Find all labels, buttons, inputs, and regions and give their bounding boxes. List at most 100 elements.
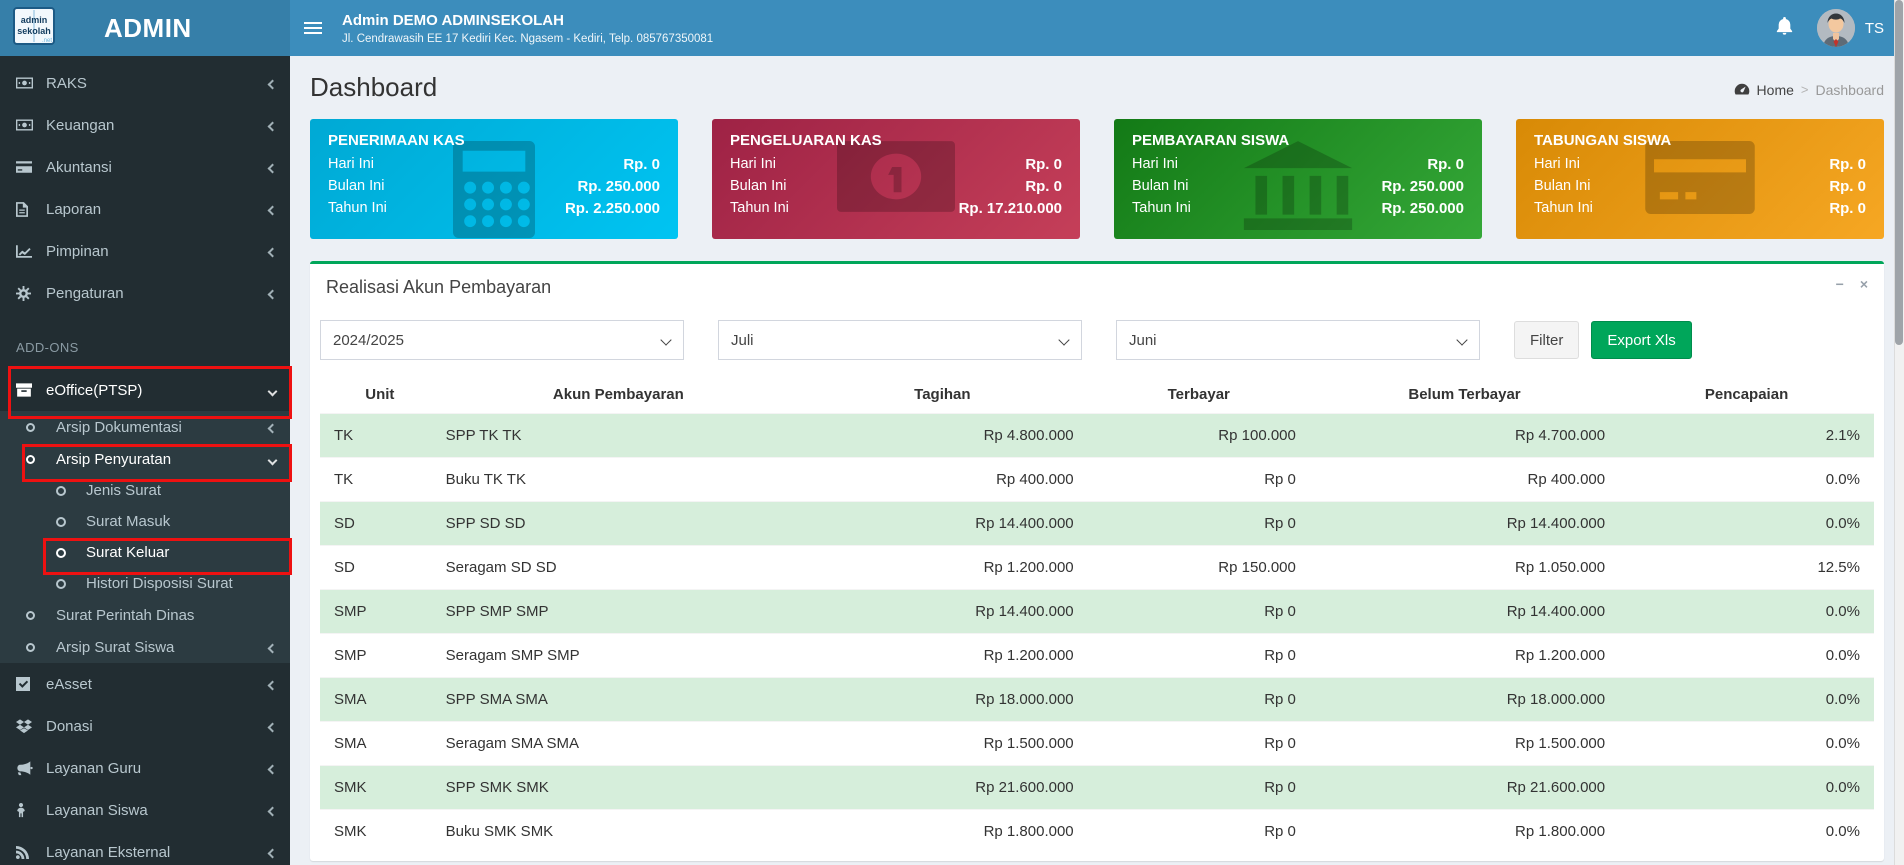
notifications-bell-icon[interactable] [1776,17,1793,40]
month-from-select[interactable]: Juli [719,321,1081,359]
close-icon[interactable]: × [1860,276,1868,292]
sidebar-item-raks[interactable]: RAKS [0,62,290,104]
column-header-pencapaian: Pencapaian [1619,376,1874,414]
sidebar-item-surat-keluar[interactable]: Surat Keluar [0,537,290,568]
year-select[interactable]: 2024/2025 [321,321,683,359]
table-cell: SPP SD SD [440,502,797,546]
table-cell: Buku TK TK [440,458,797,502]
sidebar-item-keuangan[interactable]: Keuangan [0,104,290,146]
sidebar-item-pengaturan[interactable]: Pengaturan [0,272,290,314]
sidebar-item-label: Layanan Guru [46,760,141,777]
column-header-akun-pembayaran: Akun Pembayaran [440,376,797,414]
sidebar-item-laporan[interactable]: Laporan [0,188,290,230]
sidebar-item-donasi[interactable]: Donasi [0,705,290,747]
month-to-select[interactable]: Juni [1117,321,1479,359]
sidebar-item-surat-masuk[interactable]: Surat Masuk [0,506,290,537]
table-cell: Rp 400.000 [797,458,1088,502]
table-cell: SD [320,546,440,590]
chevron-left-icon [269,676,276,693]
table-cell: Rp 14.400.000 [1310,502,1619,546]
stat-value: Rp. 17.210.000 [959,200,1062,217]
table-cell: 2.1% [1619,414,1874,458]
table-row: SMKBuku SMK SMKRp 1.800.000Rp 0Rp 1.800.… [320,810,1874,854]
sidebar-item-akuntansi[interactable]: Akuntansi [0,146,290,188]
sidebar-item-histori-disposisi-surat[interactable]: Histori Disposisi Surat [0,568,290,599]
sidebar-item-label: RAKS [46,75,87,92]
user-menu[interactable]: TS [1817,9,1884,47]
archive-icon [16,383,46,397]
school-address: Jl. Cendrawasih EE 17 Kediri Kec. Ngasem… [342,33,713,45]
sidebar-item-arsip-penyuratan[interactable]: Arsip Penyuratan [0,443,290,475]
file-icon [16,202,46,217]
sidebar-item-arsip-surat-siswa[interactable]: Arsip Surat Siswa [0,631,290,663]
main-content: Dashboard Home > Dashboard PENERIMAAN KA… [290,56,1904,865]
chevron-left-icon [269,75,276,92]
filter-button[interactable]: Filter [1514,321,1579,359]
sidebar-item-eoffice-ptsp[interactable]: eOffice(PTSP) [0,369,290,411]
chevron-left-icon [269,419,276,436]
chevron-left-icon [269,718,276,735]
stat-value: Rp. 250.000 [577,178,660,195]
stat-label: Bulan Ini [1534,178,1590,195]
filter-row: 2024/2025 Juli Juni Filter Export Xls [320,320,1874,360]
table-cell: Buku SMK SMK [440,810,797,854]
sidebar-logo[interactable]: admin sekolah .net ADMIN [0,0,290,56]
sidebar-item-pimpinan[interactable]: Pimpinan [0,230,290,272]
table-row: SMKSPP SMK SMKRp 21.600.000Rp 0Rp 21.600… [320,766,1874,810]
table-cell: Seragam SD SD [440,546,797,590]
stat-value: Rp. 250.000 [1381,200,1464,217]
table-cell: Rp 1.800.000 [797,810,1088,854]
table-cell: Rp 1.500.000 [1310,722,1619,766]
sidebar-item-label: Arsip Penyuratan [56,451,171,468]
sidebar-item-surat-perintah-dinas[interactable]: Surat Perintah Dinas [0,599,290,631]
collapse-icon[interactable]: − [1836,276,1844,292]
table-cell: 0.0% [1619,590,1874,634]
window-scrollbar[interactable] [1894,0,1904,865]
sidebar-item-label: Layanan Siswa [46,802,148,819]
table-cell: SMA [320,678,440,722]
sidebar-item-layanan-guru[interactable]: Layanan Guru [0,747,290,789]
stat-value: Rp. 0 [623,156,660,173]
table-cell: SMK [320,810,440,854]
table-cell: Rp 18.000.000 [1310,678,1619,722]
sidebar-item-layanan-siswa[interactable]: Layanan Siswa [0,789,290,831]
breadcrumb-home-link[interactable]: Home [1757,82,1794,98]
table-cell: Rp 0 [1088,590,1310,634]
svg-text:.net: .net [42,38,52,44]
table-cell: 0.0% [1619,634,1874,678]
dashboard-gauge-icon [1734,82,1750,98]
credit-card-icon [16,161,46,173]
sidebar-toggle-icon[interactable] [290,0,336,56]
stat-label: Bulan Ini [328,178,384,195]
scrollbar-thumb[interactable] [1895,0,1903,345]
stat-label: Tahun Ini [1534,200,1593,217]
column-header-terbayar: Terbayar [1088,376,1310,414]
sidebar-menu: RAKS KeuanganAkuntansiLaporan Pimpinan Peng… [0,56,290,865]
sidebar-item-layanan-eksternal[interactable]: Layanan Eksternal [0,831,290,865]
table-cell: Rp 21.600.000 [1310,766,1619,810]
table-cell: 0.0% [1619,766,1874,810]
sidebar-item-label: Pimpinan [46,243,109,260]
sidebar-item-label: Jenis Surat [86,482,161,499]
infobox-stat-row: Hari IniRp. 0 [1534,156,1866,173]
sidebar-item-arsip-dokumentasi[interactable]: Arsip Dokumentasi [0,411,290,443]
table-cell: TK [320,414,440,458]
chevron-left-icon [269,844,276,861]
brand-title: ADMIN [104,13,192,44]
table-cell: SMK [320,766,440,810]
sidebar: RAKS KeuanganAkuntansiLaporan Pimpinan Peng… [0,56,290,865]
money-icon [16,77,46,89]
sidebar-item-easset[interactable]: eAsset [0,663,290,705]
realisasi-panel: Realisasi Akun Pembayaran − × 2024/2025 … [310,261,1884,861]
stat-label: Tahun Ini [328,200,387,217]
circle-o-icon [26,611,56,620]
table-cell: Rp 1.050.000 [1310,546,1619,590]
rss-icon [16,846,46,859]
table-row: TKBuku TK TKRp 400.000Rp 0Rp 400.0000.0% [320,458,1874,502]
export-xls-button[interactable]: Export Xls [1591,321,1691,359]
sidebar-item-jenis-surat[interactable]: Jenis Surat [0,475,290,506]
infobox-stat-row: Hari IniRp. 0 [730,156,1062,173]
chevron-left-icon [269,802,276,819]
sidebar-item-label: Surat Masuk [86,513,170,530]
circle-o-icon [56,486,86,496]
